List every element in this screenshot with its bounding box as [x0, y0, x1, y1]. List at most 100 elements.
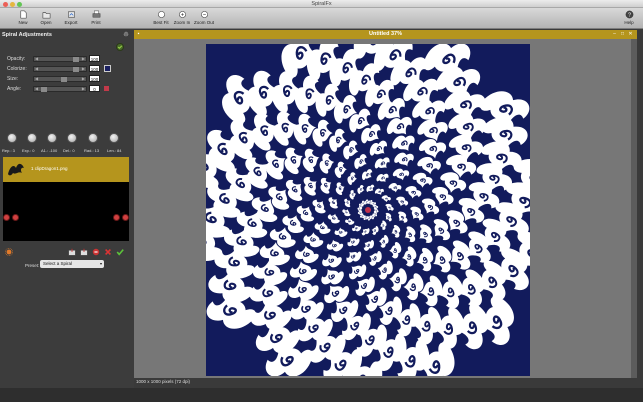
opacity-slider-thumb[interactable] — [73, 57, 79, 62]
remove-layer-button[interactable] — [12, 214, 19, 221]
import-icon[interactable] — [68, 248, 76, 256]
preset-value: Select a Spiral — [43, 261, 73, 266]
opacity-value[interactable]: 100 — [89, 55, 100, 62]
print-label: Print — [91, 20, 101, 25]
export-button[interactable]: Export — [58, 10, 84, 28]
exponent-knob[interactable] — [27, 133, 37, 143]
canvas-area[interactable] — [134, 39, 637, 378]
colorize-slider-thumb[interactable] — [73, 67, 79, 72]
size-slider-row: Size: ◀ ▶ 100 — [0, 75, 134, 83]
canvas-statusbar: 1000 x 1000 pixels (72 dpi) — [134, 378, 637, 388]
dragon-thumbnail-icon — [8, 163, 24, 176]
preset-label: Preset: — [25, 263, 40, 268]
confirm-check-icon[interactable] — [116, 248, 124, 256]
best-fit-icon — [157, 11, 165, 18]
angle-knob-label: A1.: -100 — [41, 148, 58, 153]
colorize-color-swatch[interactable] — [104, 65, 111, 72]
window-titlebar: SpiralFx — [0, 0, 643, 8]
move-layer-down-button[interactable] — [113, 214, 120, 221]
opacity-slider[interactable]: ◀ ▶ — [33, 56, 87, 62]
repeat-knob[interactable] — [7, 133, 17, 143]
size-label: Size: — [7, 76, 19, 82]
colorize-value[interactable]: 100 — [89, 65, 100, 72]
vertical-scrollbar[interactable] — [631, 39, 637, 378]
open-button[interactable]: Open — [33, 10, 59, 28]
svg-text:?: ? — [628, 12, 631, 18]
length-label: Len.: 84 — [107, 148, 122, 153]
spiral-adjustments-panel: Spiral Adjustments Opacity: ◀ ▶ 100 Colo… — [0, 30, 134, 388]
export-label: Export — [64, 20, 78, 25]
canvas-window: ▪ Untitled 37% – □ ✕ 1000 x 1000 pixels … — [134, 30, 637, 388]
zoom-in-icon — [178, 11, 186, 18]
arrow-left-icon[interactable]: ◀ — [35, 56, 38, 61]
arrow-right-icon[interactable]: ▶ — [82, 86, 85, 91]
angle-slider[interactable]: ◀ ▶ — [33, 86, 87, 92]
main-toolbar: New Open Export Print Best Fit Zoom In Z… — [0, 8, 643, 29]
printer-icon — [92, 10, 100, 18]
spiral-pattern-image — [206, 44, 530, 376]
arrow-right-icon[interactable]: ▶ — [82, 66, 85, 71]
radius-label: Rad.: 13 — [84, 148, 100, 153]
angle-label: Angle: — [7, 86, 22, 92]
radius-knob[interactable] — [88, 133, 98, 143]
sun-settings-icon[interactable] — [5, 248, 13, 256]
stop-icon[interactable] — [92, 248, 100, 256]
layer-list: 1 clipDragon1.png — [3, 157, 129, 241]
arrow-left-icon[interactable]: ◀ — [35, 86, 38, 91]
spiral-knobs: Rep.: 3 Exp.: 0 A1.: -100 Del.: 0 Rad.: … — [0, 133, 134, 155]
canvas-titlebar: ▪ Untitled 37% – □ ✕ — [134, 30, 637, 39]
canvas-title: Untitled 37% — [368, 31, 402, 37]
add-layer-button[interactable] — [3, 214, 10, 221]
size-slider[interactable]: ◀ ▶ — [33, 76, 87, 82]
spiral-center — [365, 207, 371, 213]
preset-select[interactable]: Select a Spiral ▾ — [40, 260, 104, 268]
print-button[interactable]: Print — [83, 10, 109, 28]
colorize-label: Colorize: — [7, 66, 27, 72]
opacity-slider-row: Opacity: ◀ ▶ 100 — [0, 55, 134, 63]
length-knob[interactable] — [109, 133, 119, 143]
angle-value[interactable]: 0 — [89, 85, 100, 92]
angle-knob[interactable] — [47, 133, 57, 143]
angle-slider-thumb[interactable] — [41, 87, 47, 92]
spiral-artwork[interactable] — [206, 44, 530, 376]
canvas-dimensions: 1000 x 1000 pixels (72 dpi) — [136, 379, 191, 384]
cancel-icon[interactable] — [104, 248, 112, 256]
angle-reset-icon[interactable] — [104, 86, 109, 91]
colorize-slider-row: Colorize: ◀ ▶ 100 — [0, 65, 134, 73]
angle-slider-row: Angle: ◀ ▶ 0 — [0, 85, 134, 93]
close-canvas-icon[interactable]: ✕ — [628, 32, 633, 37]
arrow-left-icon[interactable]: ◀ — [35, 66, 38, 71]
zoom-out-icon — [200, 11, 208, 18]
export-layer-icon[interactable] — [80, 248, 88, 256]
colorize-slider[interactable]: ◀ ▶ — [33, 66, 87, 72]
help-icon: ? — [625, 10, 633, 19]
apply-check-button[interactable] — [116, 43, 124, 51]
open-folder-icon — [42, 12, 50, 19]
size-value[interactable]: 100 — [89, 75, 100, 82]
size-slider-thumb[interactable] — [60, 77, 67, 82]
zoom-out-label: Zoom Out — [193, 20, 214, 25]
arrow-right-icon[interactable]: ▶ — [82, 76, 85, 81]
panel-title: Spiral Adjustments — [2, 32, 52, 38]
opacity-label: Opacity: — [7, 56, 26, 62]
layer-item[interactable]: 1 clipDragon1.png — [3, 157, 129, 182]
help-label: Help — [624, 20, 634, 25]
help-button[interactable]: ? Help — [618, 10, 640, 28]
arrow-right-icon[interactable]: ▶ — [82, 56, 85, 61]
new-document-icon — [20, 10, 26, 19]
bottom-bar — [0, 388, 643, 402]
gear-icon[interactable] — [123, 31, 129, 37]
arrow-left-icon[interactable]: ◀ — [35, 76, 38, 81]
layer-name: 1 clipDragon1.png — [31, 166, 68, 171]
open-label: Open — [40, 20, 52, 25]
chevron-down-icon: ▾ — [99, 261, 102, 266]
delay-knob[interactable] — [67, 133, 77, 143]
export-icon — [67, 11, 75, 18]
maximize-canvas-icon[interactable]: □ — [620, 32, 625, 37]
zoom-out-button[interactable]: Zoom Out — [190, 10, 218, 28]
exponent-label: Exp.: 0 — [22, 148, 35, 153]
minimize-canvas-icon[interactable]: – — [612, 32, 617, 37]
move-layer-up-button[interactable] — [122, 214, 129, 221]
window-title: SpiralFx — [311, 1, 332, 7]
repeat-label: Rep.: 3 — [2, 148, 15, 153]
